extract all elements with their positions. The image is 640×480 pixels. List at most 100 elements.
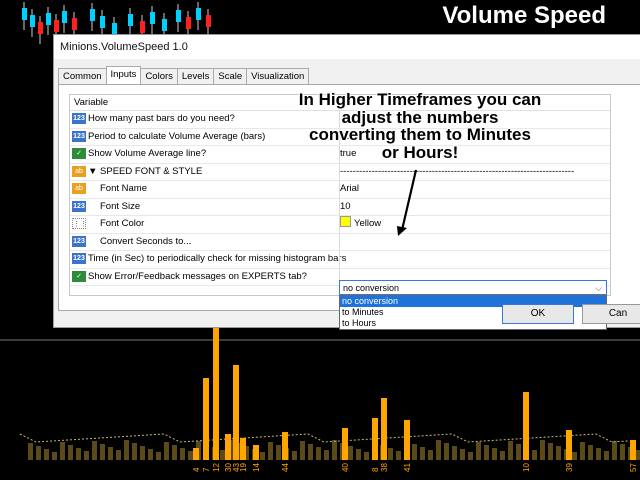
- candle-body: [128, 14, 133, 26]
- volume-bar: [84, 451, 89, 460]
- volume-bar: [260, 452, 265, 460]
- boolean-type-icon: ✓: [72, 148, 86, 159]
- input-label: Show Error/Feedback messages on EXPERTS …: [88, 270, 307, 282]
- volume-bar: [172, 445, 177, 460]
- color-type-icon: ⋮⋮: [72, 218, 87, 229]
- volume-bar: [276, 445, 281, 460]
- volume-bar: [636, 450, 640, 460]
- volume-speed-label: 57: [629, 463, 638, 472]
- input-value[interactable]: 10: [340, 199, 351, 215]
- input-row[interactable]: 123 Convert Seconds to...: [70, 233, 610, 251]
- color-swatch: [340, 216, 351, 227]
- input-value[interactable]: Arial: [340, 181, 359, 197]
- input-row[interactable]: 123 Font Size 10: [70, 198, 610, 216]
- volume-bar: [356, 449, 361, 460]
- volume-bar: [444, 443, 449, 460]
- volume-bar: [100, 444, 105, 460]
- input-label: Font Size: [100, 200, 141, 212]
- volume-bar-high: [404, 420, 410, 460]
- input-label: ▼ SPEED FONT & STYLE: [88, 165, 203, 177]
- volume-bar: [428, 450, 433, 460]
- candle-body: [140, 21, 145, 33]
- volume-bar: [540, 440, 545, 460]
- tab-common[interactable]: Common: [58, 68, 107, 84]
- candle-body: [162, 19, 167, 31]
- candle-body: [150, 12, 155, 24]
- input-row[interactable]: ab Font Name Arial: [70, 181, 610, 199]
- input-label: Font Name: [100, 183, 147, 194]
- number-type-icon: 123: [72, 253, 86, 264]
- volume-speed-label: 10: [522, 463, 531, 472]
- volume-bar: [268, 442, 273, 460]
- volume-bar: [548, 443, 553, 460]
- volume-bar-high: [282, 432, 288, 460]
- candle-body: [30, 15, 35, 27]
- input-value[interactable]: ----------------------------------------…: [340, 164, 574, 180]
- input-row[interactable]: ab ▼ SPEED FONT & STYLE ------------------…: [70, 163, 610, 181]
- volume-speed-label: 40: [341, 463, 350, 472]
- convert-seconds-select[interactable]: no conversion ⌵: [339, 280, 607, 295]
- volume-speed-label: 4: [192, 467, 201, 472]
- callout-line: converting them to Minutes: [309, 125, 531, 144]
- volume-bar: [108, 447, 113, 460]
- volume-bar: [572, 452, 577, 460]
- volume-bar: [468, 452, 473, 460]
- volume-bar: [164, 442, 169, 460]
- ok-button[interactable]: OK: [502, 304, 574, 324]
- volume-bar-high: [566, 430, 572, 460]
- tab-bar: Common Inputs Colors Levels Scale Visualizati…: [58, 66, 310, 84]
- volume-bar: [588, 445, 593, 460]
- chevron-down-icon[interactable]: ⌵: [595, 281, 602, 296]
- volume-speed-label: 12: [212, 463, 221, 472]
- tab-levels[interactable]: Levels: [176, 68, 215, 84]
- volume-bar: [580, 442, 585, 460]
- string-type-icon: ab: [72, 183, 86, 194]
- input-label: How many past bars do you need?: [88, 113, 235, 124]
- volume-bar: [348, 446, 353, 460]
- volume-bar-high: [342, 428, 348, 460]
- input-value[interactable]: Yellow: [340, 216, 381, 232]
- volume-bar: [508, 441, 513, 460]
- input-label: Show Volume Average line?: [88, 148, 207, 159]
- candle-body: [22, 8, 27, 20]
- tab-inputs[interactable]: Inputs: [105, 66, 142, 84]
- candle-body: [206, 15, 211, 27]
- volume-bar: [76, 448, 81, 460]
- tab-colors[interactable]: Colors: [140, 68, 178, 84]
- volume-bar: [460, 449, 465, 460]
- input-row[interactable]: ⋮⋮ Font Color Yellow: [70, 216, 610, 234]
- volume-bar: [292, 451, 297, 460]
- volume-bar: [476, 442, 481, 460]
- number-type-icon: 123: [72, 235, 86, 247]
- callout-line: adjust the numbers: [341, 107, 499, 127]
- volume-bar: [148, 449, 153, 460]
- volume-bar: [532, 450, 537, 460]
- volume-bar: [308, 444, 313, 460]
- volume-speed-label: 14: [252, 463, 261, 472]
- tab-scale[interactable]: Scale: [213, 68, 248, 84]
- volume-bar: [140, 446, 145, 460]
- candle-body: [186, 17, 191, 29]
- candle-body: [38, 22, 43, 34]
- volume-bar-high: [193, 448, 199, 460]
- volume-bar-high: [253, 445, 259, 460]
- volume-bar: [596, 448, 601, 460]
- volume-speed-label: 8: [371, 467, 380, 472]
- volume-bar: [60, 442, 65, 460]
- input-row[interactable]: 123 Time (in Sec) to periodically check f…: [70, 251, 610, 269]
- volume-average-line: [19, 433, 629, 443]
- cancel-button[interactable]: Can: [582, 304, 640, 324]
- number-type-icon: 123: [72, 130, 86, 142]
- volume-bar: [396, 451, 401, 460]
- volume-bar-high: [240, 438, 246, 460]
- volume-bar: [436, 440, 441, 460]
- volume-bar-high: [372, 418, 378, 460]
- tab-visualization[interactable]: Visualization: [246, 68, 310, 84]
- input-label: Convert Seconds to...: [100, 235, 192, 247]
- volume-bar: [156, 452, 161, 460]
- column-separator: [339, 233, 340, 250]
- volume-bar: [420, 447, 425, 460]
- volume-bar: [92, 441, 97, 460]
- candle-body: [90, 9, 95, 21]
- volume-bar: [220, 450, 225, 460]
